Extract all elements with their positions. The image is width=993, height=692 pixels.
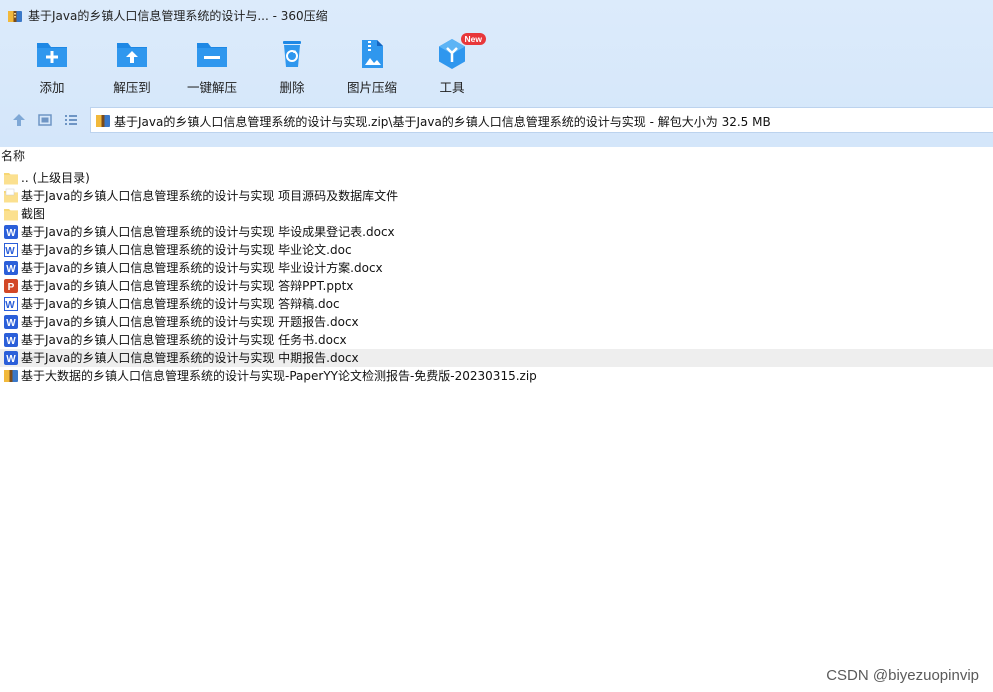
svg-text:W: W [6,264,16,275]
svg-text:W: W [5,246,15,257]
address-row: 基于Java的乡镇人口信息管理系统的设计与实现.zip\基于Java的乡镇人口信… [0,105,993,135]
list-view-icon[interactable] [64,113,78,127]
image-compress-label: 图片压缩 [346,80,397,95]
word-docx-icon: W [3,224,19,240]
file-name: 基于Java的乡镇人口信息管理系统的设计与实现 任务书.docx [21,333,347,347]
folder-row[interactable]: .. (上级目录) [0,169,993,187]
svg-text:W: W [6,318,16,329]
word-docx-icon: W [3,350,19,366]
file-name: 基于Java的乡镇人口信息管理系统的设计与实现 开题报告.docx [21,315,359,329]
archive-icon [96,115,110,127]
file-row[interactable]: W 基于Java的乡镇人口信息管理系统的设计与实现 开题报告.docx [0,313,993,331]
word-docx-icon: W [3,314,19,330]
svg-text:W: W [6,228,16,239]
word-doc-icon: W [3,296,19,312]
image-compress-button[interactable]: 图片压缩 [332,36,412,96]
file-list: .. (上级目录) 基于Java的乡镇人口信息管理系统的设计与实现 项目源码及数据… [0,169,993,385]
svg-text:W: W [6,354,16,365]
file-name: .. (上级目录) [21,171,90,185]
file-name: 基于Java的乡镇人口信息管理系统的设计与实现 项目源码及数据库文件 [21,189,399,203]
image-compress-icon [362,40,383,68]
delete-label: 删除 [279,80,305,95]
toolbar: 添加 解压到 一键解压 删除 图片压缩 New 工具 [0,33,993,98]
file-row[interactable]: W 基于Java的乡镇人口信息管理系统的设计与实现 毕业设计方案.docx [0,259,993,277]
file-name: 基于大数据的乡镇人口信息管理系统的设计与实现-PaperYY论文检测报告-免费版… [21,369,537,383]
svg-text:W: W [6,336,16,347]
address-path: 基于Java的乡镇人口信息管理系统的设计与实现.zip\基于Java的乡镇人口信… [114,115,771,129]
delete-button[interactable]: 删除 [252,36,332,96]
word-docx-icon: W [3,332,19,348]
file-name: 基于Java的乡镇人口信息管理系统的设计与实现 毕设成果登记表.docx [21,225,395,239]
top-panel: 基于Java的乡镇人口信息管理系统的设计与... - 360压缩 添加 解压到 … [0,0,993,147]
file-row[interactable]: W 基于Java的乡镇人口信息管理系统的设计与实现 中期报告.docx [0,349,993,367]
folder-icon [3,206,19,222]
add-button[interactable]: 添加 [12,36,92,96]
window-title: 基于Java的乡镇人口信息管理系统的设计与... - 360压缩 [28,9,328,23]
svg-text:W: W [5,300,15,311]
file-row[interactable]: W 基于Java的乡镇人口信息管理系统的设计与实现 毕业论文.doc [0,241,993,259]
add-label: 添加 [39,80,65,95]
tools-label: 工具 [439,80,465,95]
file-name: 截图 [21,207,46,221]
word-docx-icon: W [3,260,19,276]
file-name: 基于Java的乡镇人口信息管理系统的设计与实现 答辩稿.doc [21,297,340,311]
powerpoint-icon: P [3,278,19,294]
file-row[interactable]: 基于大数据的乡镇人口信息管理系统的设计与实现-PaperYY论文检测报告-免费版… [0,367,993,385]
file-row[interactable]: P 基于Java的乡镇人口信息管理系统的设计与实现 答辩PPT.pptx [0,277,993,295]
one-click-extract-icon [197,43,227,67]
file-name: 基于Java的乡镇人口信息管理系统的设计与实现 毕业设计方案.docx [21,261,383,275]
archive-app-icon [8,11,22,22]
name-column-header[interactable]: 名称 [1,148,25,164]
one-click-extract-button[interactable]: 一键解压 [172,36,252,96]
recycle-bin-icon [283,41,301,67]
folder-icon [3,188,19,204]
extract-to-button[interactable]: 解压到 [92,36,172,96]
file-name: 基于Java的乡镇人口信息管理系统的设计与实现 毕业论文.doc [21,243,352,257]
title-bar: 基于Java的乡镇人口信息管理系统的设计与... - 360压缩 [0,0,993,30]
address-bar[interactable]: 基于Java的乡镇人口信息管理系统的设计与实现.zip\基于Java的乡镇人口信… [90,107,993,133]
file-name: 基于Java的乡镇人口信息管理系统的设计与实现 答辩PPT.pptx [21,279,354,293]
folder-icon [3,170,19,186]
word-doc-icon: W [3,242,19,258]
folder-row[interactable]: 截图 [0,205,993,223]
thumbnail-view-icon[interactable] [38,113,52,127]
one-click-extract-label: 一键解压 [186,80,237,95]
svg-text:P: P [8,282,15,293]
tools-button[interactable]: New 工具 [412,33,492,96]
extract-to-label: 解压到 [113,80,151,95]
file-name: 基于Java的乡镇人口信息管理系统的设计与实现 中期报告.docx [21,351,359,365]
up-arrow-icon[interactable] [12,113,26,127]
extract-to-icon [117,43,147,67]
file-row[interactable]: W 基于Java的乡镇人口信息管理系统的设计与实现 答辩稿.doc [0,295,993,313]
add-folder-icon [37,43,67,67]
file-row[interactable]: W 基于Java的乡镇人口信息管理系统的设计与实现 任务书.docx [0,331,993,349]
file-row[interactable]: W 基于Java的乡镇人口信息管理系统的设计与实现 毕设成果登记表.docx [0,223,993,241]
column-header[interactable]: 名称 [0,147,993,165]
folder-row[interactable]: 基于Java的乡镇人口信息管理系统的设计与实现 项目源码及数据库文件 [0,187,993,205]
new-badge: New [460,33,486,45]
archive-icon [3,368,19,384]
watermark: CSDN @biyezuopinvip [826,667,979,684]
